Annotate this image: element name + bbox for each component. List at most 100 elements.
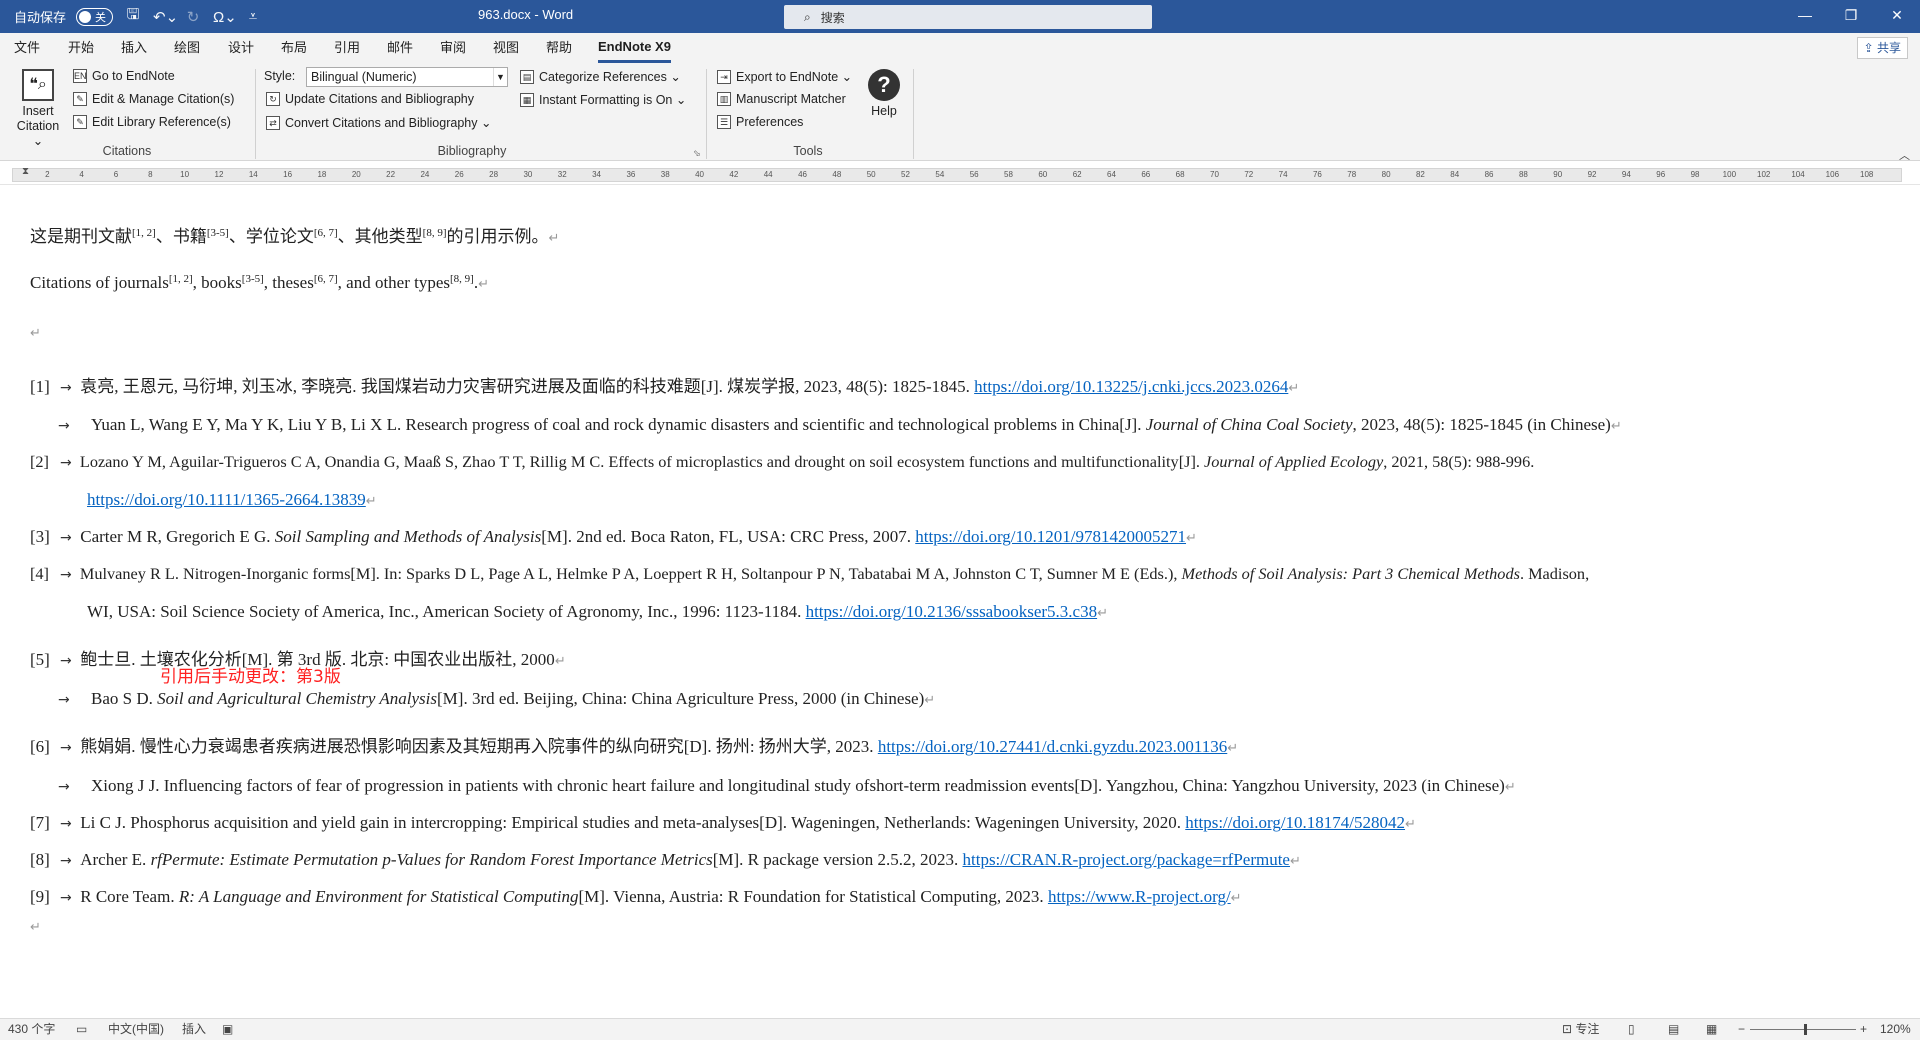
redo-icon[interactable]: ↻ <box>183 8 203 26</box>
zoom-in-icon[interactable]: + <box>1860 1019 1867 1040</box>
doi-link[interactable]: https://doi.org/10.13225/j.cnki.jccs.202… <box>974 377 1288 396</box>
indent-marker-icon[interactable]: ⧗ <box>22 166 29 177</box>
reference-1-english: → Yuan L, Wang E Y, Ma Y K, Liu Y B, Li … <box>58 415 1622 434</box>
bibliography-dialog-launcher-icon[interactable]: ⬂ <box>693 148 701 159</box>
update-citations-button[interactable]: ↻ Update Citations and Bibliography <box>266 92 474 106</box>
ruler-tick-label: 108 <box>1859 170 1874 179</box>
paragraph-mark-icon: ↵ <box>1186 531 1197 546</box>
customize-toolbar-icon[interactable]: ⩡ <box>243 8 263 25</box>
categorize-references-button[interactable]: ▤ Categorize References ⌄ <box>520 69 681 84</box>
instant-formatting-icon: ▦ <box>520 92 534 107</box>
preferences-button[interactable]: ☰ Preferences <box>717 115 803 129</box>
zoom-slider[interactable] <box>1750 1029 1856 1030</box>
citation-ref[interactable]: [1, 2] <box>169 273 193 285</box>
manuscript-icon: ▥ <box>717 92 731 106</box>
doi-link[interactable]: https://doi.org/10.2136/sssabookser5.3.c… <box>806 602 1098 621</box>
minimize-icon[interactable]: — <box>1782 0 1828 33</box>
doi-link[interactable]: https://doi.org/10.1201/9781420005271 <box>915 527 1186 546</box>
tab-home[interactable]: 开始 <box>68 33 94 63</box>
language-indicator[interactable]: 中文(中国) <box>108 1019 164 1040</box>
tab-arrow-icon: → <box>58 692 70 708</box>
tab-view[interactable]: 视图 <box>493 33 519 63</box>
instant-formatting-button[interactable]: ▦ Instant Formatting is On ⌄ <box>520 92 686 107</box>
ruler-tick-label: 96 <box>1656 170 1666 179</box>
tab-insert[interactable]: 插入 <box>121 33 147 63</box>
search-box[interactable]: ⌕ 搜索 <box>784 5 1152 29</box>
edit-library-reference-button[interactable]: ✎ Edit Library Reference(s) <box>73 115 231 129</box>
citation-ref[interactable]: [6, 7] <box>314 227 338 239</box>
empty-paragraph: ↵ <box>30 322 41 342</box>
ruler-tick-label: 30 <box>523 170 533 179</box>
ruler-tick-label: 10 <box>180 170 190 179</box>
citation-ref[interactable]: [6, 7] <box>314 273 338 285</box>
ribbon-panel: ❝⌕ Insert Citation ⌄ EN Go to EndNote ✎ Ed… <box>0 63 1920 163</box>
paragraph-mark-icon: ↵ <box>554 654 566 669</box>
manuscript-matcher-button[interactable]: ▥ Manuscript Matcher <box>717 92 846 106</box>
convert-citations-button[interactable]: ⇄ Convert Citations and Bibliography ⌄ <box>266 115 491 130</box>
undo-icon[interactable]: ↶⌄ <box>153 8 178 26</box>
close-icon[interactable]: ✕ <box>1874 0 1920 33</box>
symbol-icon[interactable]: Ω⌄ <box>213 8 237 26</box>
save-icon[interactable]: 🖫 <box>123 4 143 29</box>
zoom-out-icon[interactable]: − <box>1738 1019 1745 1040</box>
collapse-ribbon-icon[interactable]: ︿ <box>1899 147 1910 163</box>
citation-ref[interactable]: [1, 2] <box>132 227 156 239</box>
tab-arrow-icon: → <box>60 740 72 756</box>
tab-draw[interactable]: 绘图 <box>174 33 200 63</box>
ruler-tick-label: 90 <box>1553 170 1563 179</box>
ruler-tick-label: 2 <box>45 170 50 179</box>
tab-layout[interactable]: 布局 <box>281 33 307 63</box>
paragraph-mark-icon: ↵ <box>478 277 489 292</box>
citation-ref[interactable]: [8, 9] <box>450 273 474 285</box>
read-mode-icon[interactable]: ▯ <box>1628 1019 1635 1040</box>
status-bar: 430 个字 ▭ 中文(中国) 插入 ▣ ⊡ 专注 ▯ ▤ ▦ − + 120% <box>0 1018 1920 1040</box>
go-to-endnote-button[interactable]: EN Go to EndNote <box>73 69 175 83</box>
ruler-tick-label: 28 <box>489 170 499 179</box>
reference-9: [9] → R Core Team. R: A Language and Envi… <box>30 887 1242 906</box>
citation-ref[interactable]: [8, 9] <box>423 227 447 239</box>
autosave-toggle[interactable]: 关 <box>76 7 114 26</box>
reference-6-english: → Xiong J J. Influencing factors of fear… <box>58 776 1516 795</box>
doi-link[interactable]: https://www.R-project.org/ <box>1048 887 1231 906</box>
print-layout-icon[interactable]: ▤ <box>1668 1019 1679 1040</box>
tab-endnote[interactable]: EndNote X9 <box>598 33 671 63</box>
document-body[interactable]: 这是期刊文献[1, 2]、书籍[3-5]、学位论文[6, 7]、其他类型[8, … <box>0 186 1920 1018</box>
word-count[interactable]: 430 个字 <box>8 1019 55 1040</box>
zoom-slider-handle[interactable] <box>1804 1024 1807 1035</box>
citation-ref[interactable]: [3-5] <box>242 273 264 285</box>
reference-5-english: → Bao S D. Soil and Agricultural Chemist… <box>58 689 936 708</box>
insert-citation-button[interactable]: ❝⌕ Insert Citation ⌄ <box>14 69 62 149</box>
ruler-tick-label: 100 <box>1722 170 1737 179</box>
horizontal-ruler[interactable]: 2 4 6 8 10 12 14 16 18 20 22 24 26 28 30 32 34 36 38 40 42 44… <box>0 165 1920 185</box>
paragraph-mark-icon: ↵ <box>1227 741 1239 756</box>
tab-design[interactable]: 设计 <box>228 33 254 63</box>
edit-library-icon: ✎ <box>73 115 87 129</box>
focus-mode-button[interactable]: ⊡ 专注 <box>1562 1019 1599 1040</box>
proofing-icon[interactable]: ▭ <box>76 1019 87 1040</box>
tab-mailings[interactable]: 邮件 <box>387 33 413 63</box>
edit-manage-citations-button[interactable]: ✎ Edit & Manage Citation(s) <box>73 92 234 106</box>
help-button[interactable]: ? Help <box>866 69 902 118</box>
tab-help[interactable]: 帮助 <box>546 33 572 63</box>
insert-citation-icon: ❝⌕ <box>22 69 54 101</box>
share-button[interactable]: ⇪ 共享 <box>1856 37 1908 59</box>
reference-4: [4] → Mulvaney R L. Nitrogen-Inorganic fo… <box>30 564 1590 583</box>
empty-paragraph: ↵ <box>30 916 41 936</box>
restore-icon[interactable]: ❐ <box>1828 0 1874 33</box>
zoom-level[interactable]: 120% <box>1880 1019 1911 1040</box>
ruler-tick-label: 70 <box>1210 170 1219 179</box>
tab-references[interactable]: 引用 <box>334 33 360 63</box>
macro-icon[interactable]: ▣ <box>222 1019 233 1040</box>
insert-mode[interactable]: 插入 <box>182 1019 206 1040</box>
ruler-tick-label: 52 <box>901 170 910 179</box>
doi-link[interactable]: https://doi.org/10.1111/1365-2664.13839 <box>87 490 366 509</box>
tab-review[interactable]: 审阅 <box>440 33 466 63</box>
doi-link[interactable]: https://doi.org/10.27441/d.cnki.gyzdu.20… <box>878 737 1227 756</box>
doi-link[interactable]: https://CRAN.R-project.org/package=rfPer… <box>963 850 1290 869</box>
export-to-endnote-button[interactable]: ⇥ Export to EndNote ⌄ <box>717 69 852 84</box>
doi-link[interactable]: https://doi.org/10.18174/528042 <box>1185 813 1405 832</box>
tab-file[interactable]: 文件 <box>14 33 40 63</box>
web-layout-icon[interactable]: ▦ <box>1706 1019 1717 1040</box>
style-select[interactable]: Bilingual (Numeric) ▼ <box>306 67 508 87</box>
citation-ref[interactable]: [3-5] <box>207 227 229 239</box>
